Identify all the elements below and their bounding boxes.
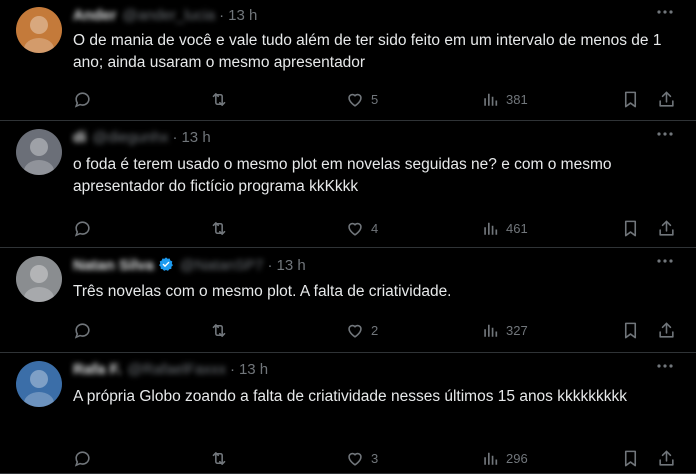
tweet[interactable]: di @diegunhx · 13 h o foda é terem usado o …	[0, 121, 696, 248]
share-icon	[657, 90, 676, 109]
like-button[interactable]: 3	[345, 447, 378, 469]
views-button[interactable]: 461	[482, 217, 528, 239]
separator-dot: ·	[267, 257, 273, 274]
retweet-button[interactable]	[209, 88, 235, 110]
reply-icon	[73, 219, 92, 238]
views-button[interactable]: 296	[482, 447, 528, 469]
bookmark-icon	[621, 321, 640, 340]
tweet-actions: 5 381	[73, 88, 677, 110]
tweet-actions: 3 296	[73, 447, 677, 469]
reply-button[interactable]	[73, 447, 98, 469]
views-count: 381	[506, 91, 528, 107]
tweet-header: Rafa F. @RafaelFaxxx · 13 h	[73, 361, 268, 381]
more-icon[interactable]	[656, 361, 674, 375]
tweet-header: Ander @ander_lucia · 13 h	[73, 7, 257, 27]
like-icon	[345, 219, 365, 238]
bookmark-icon	[621, 449, 640, 468]
share-button[interactable]	[657, 88, 676, 110]
author-name[interactable]: Rafa F.	[73, 361, 121, 378]
tweet[interactable]: Rafa F. @RafaelFaxxx · 13 h A própria Globo…	[0, 353, 696, 474]
reply-icon	[73, 449, 92, 468]
tweet-header: Natan Silva @NatanSP7 · 13 h	[73, 256, 306, 276]
timestamp[interactable]: 13 h	[181, 129, 210, 146]
share-icon	[657, 321, 676, 340]
bookmark-button[interactable]	[621, 447, 640, 469]
retweet-icon	[209, 449, 229, 468]
timestamp[interactable]: 13 h	[228, 7, 257, 24]
author-handle[interactable]: @ander_lucia	[122, 7, 215, 24]
avatar[interactable]	[16, 361, 62, 407]
views-button[interactable]: 381	[482, 88, 528, 110]
tweet[interactable]: Ander @ander_lucia · 13 h O de mania de voc…	[0, 0, 696, 121]
more-icon[interactable]	[656, 7, 674, 21]
share-icon	[657, 219, 676, 238]
share-button[interactable]	[657, 217, 676, 239]
tweet-text: O de mania de você e vale tudo além de t…	[73, 32, 662, 71]
like-button[interactable]: 2	[345, 319, 378, 341]
views-button[interactable]: 327	[482, 319, 528, 341]
separator-dot: ·	[172, 129, 178, 146]
views-icon	[482, 90, 500, 108]
bookmark-icon	[621, 219, 640, 238]
tweet-text: Três novelas com o mesmo plot. A falta d…	[73, 283, 452, 300]
separator-dot: ·	[229, 361, 235, 378]
bookmark-icon	[621, 90, 640, 109]
avatar[interactable]	[16, 7, 62, 53]
retweet-button[interactable]	[209, 319, 235, 341]
separator-dot: ·	[219, 7, 225, 24]
reply-button[interactable]	[73, 319, 98, 341]
retweet-icon	[209, 219, 229, 238]
retweet-icon	[209, 321, 229, 340]
like-icon	[345, 449, 365, 468]
like-count: 5	[371, 91, 379, 107]
views-count: 296	[506, 450, 528, 466]
reply-icon	[73, 321, 92, 340]
share-icon	[657, 449, 676, 468]
bookmark-button[interactable]	[621, 319, 640, 341]
author-name[interactable]: Natan Silva	[73, 257, 154, 274]
share-button[interactable]	[657, 447, 676, 469]
retweet-icon	[209, 90, 229, 109]
timestamp[interactable]: 13 h	[239, 361, 268, 378]
more-icon[interactable]	[656, 256, 674, 270]
author-name[interactable]: Ander	[73, 7, 116, 24]
like-icon	[345, 90, 365, 109]
tweet[interactable]: Natan Silva @NatanSP7 · 13 h Três novelas c…	[0, 248, 696, 353]
views-icon	[482, 219, 500, 237]
tweet-actions: 2 327	[73, 319, 677, 341]
author-handle[interactable]: @NatanSP7	[180, 257, 264, 274]
views-icon	[482, 321, 500, 339]
reply-button[interactable]	[73, 88, 98, 110]
timestamp[interactable]: 13 h	[276, 257, 305, 274]
like-button[interactable]: 5	[345, 88, 378, 110]
avatar[interactable]	[16, 256, 62, 302]
retweet-button[interactable]	[209, 447, 235, 469]
views-icon	[482, 449, 500, 467]
tweet-text: A própria Globo zoando a falta de criati…	[73, 388, 627, 405]
like-count: 3	[371, 450, 379, 466]
bookmark-button[interactable]	[621, 217, 640, 239]
like-count: 2	[371, 322, 379, 338]
tweet-actions: 4 461	[73, 217, 677, 239]
like-count: 4	[371, 220, 379, 236]
verified-badge-icon	[158, 256, 174, 276]
tweet-text: o foda é terem usado o mesmo plot em nov…	[73, 156, 612, 195]
author-name[interactable]: di	[73, 129, 86, 146]
like-icon	[345, 321, 365, 340]
retweet-button[interactable]	[209, 217, 235, 239]
reply-icon	[73, 90, 92, 109]
views-count: 327	[506, 322, 528, 338]
tweet-header: di @diegunhx · 13 h	[73, 129, 211, 149]
views-count: 461	[506, 220, 528, 236]
share-button[interactable]	[657, 319, 676, 341]
like-button[interactable]: 4	[345, 217, 378, 239]
author-handle[interactable]: @diegunhx	[92, 129, 168, 146]
more-icon[interactable]	[656, 129, 674, 143]
reply-button[interactable]	[73, 217, 98, 239]
avatar[interactable]	[16, 129, 62, 175]
bookmark-button[interactable]	[621, 88, 640, 110]
author-handle[interactable]: @RafaelFaxxx	[127, 361, 226, 378]
